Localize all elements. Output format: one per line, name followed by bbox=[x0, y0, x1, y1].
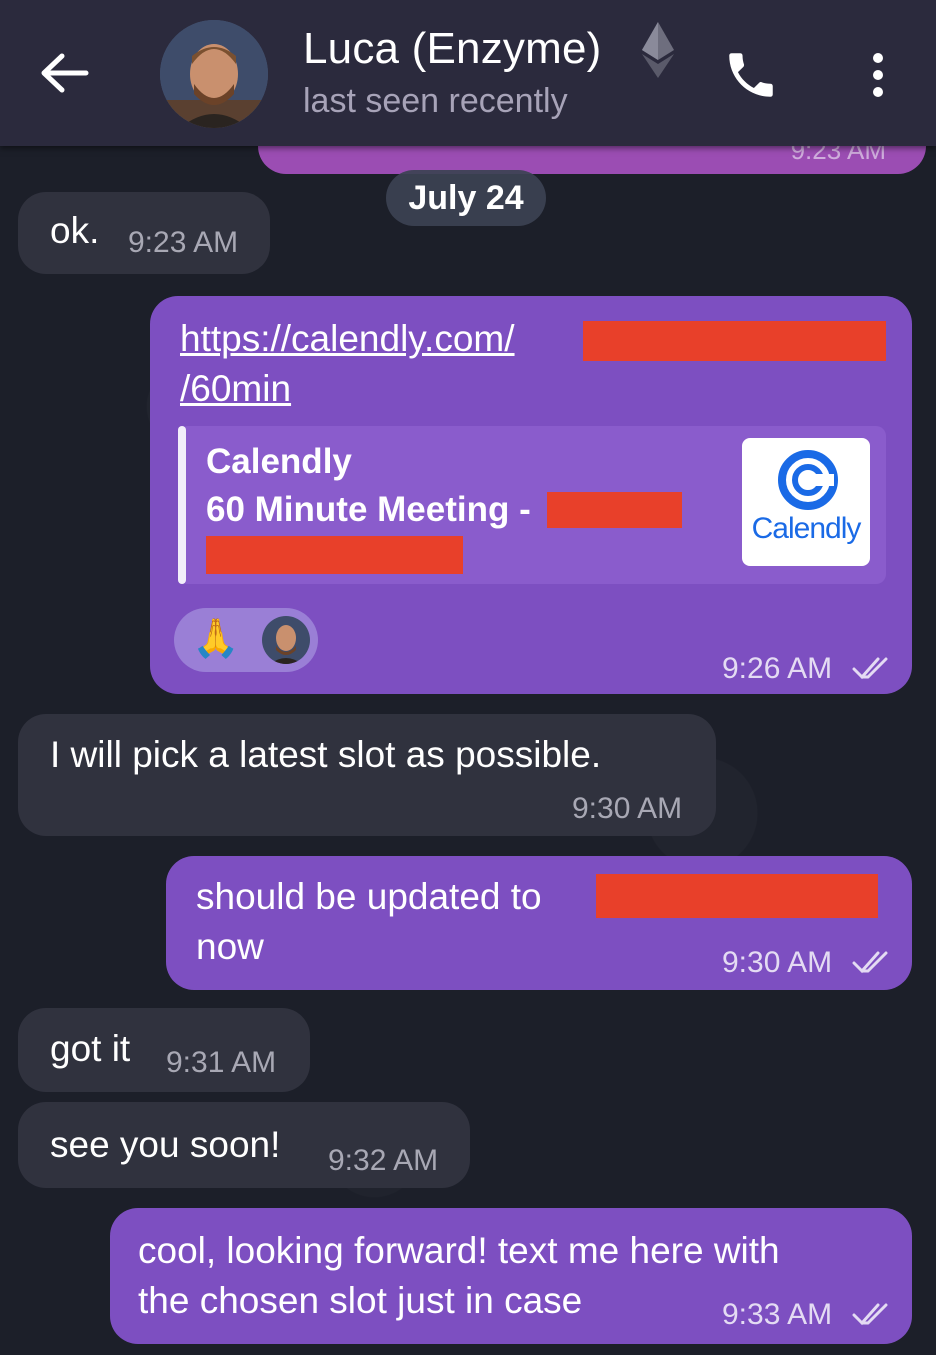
calendly-logo-text: Calendly bbox=[752, 512, 862, 545]
back-arrow-icon bbox=[41, 53, 89, 93]
message-time: 9:30 AM bbox=[572, 792, 683, 825]
message-text: cool, looking forward! text me here with bbox=[138, 1230, 780, 1271]
incoming-message[interactable]: ok. 9:23 AM bbox=[18, 192, 270, 274]
message-time: 9:30 AM bbox=[722, 946, 833, 979]
chat-status: last seen recently bbox=[303, 82, 568, 120]
preview-accent-bar bbox=[178, 426, 186, 584]
calendly-logo: Calendly bbox=[742, 438, 870, 566]
message-time: 9:23 AM bbox=[128, 226, 239, 259]
reactor-avatar-image bbox=[270, 625, 302, 664]
reaction-emoji[interactable]: 🙏 bbox=[192, 616, 239, 661]
redaction bbox=[583, 321, 886, 361]
link-text-part1[interactable]: https://calendly.com/ bbox=[180, 318, 515, 359]
message-link-continued[interactable]: /60min bbox=[180, 364, 291, 414]
redaction bbox=[547, 492, 682, 528]
message-time: 9:33 AM bbox=[722, 1298, 833, 1331]
message-time: 9:26 AM bbox=[722, 652, 833, 685]
avatar-image bbox=[160, 20, 268, 128]
message-time: 9:31 AM bbox=[166, 1046, 277, 1079]
message-text: I will pick a latest slot as possible. bbox=[50, 734, 602, 775]
message-text: got it bbox=[50, 1028, 131, 1069]
link-preview-card[interactable]: Calendly 60 Minute Meeting - Calendly bbox=[178, 426, 886, 584]
incoming-message[interactable]: see you soon! 9:32 AM bbox=[18, 1102, 470, 1188]
double-check-icon bbox=[852, 1303, 888, 1326]
reactor-avatar bbox=[262, 616, 310, 664]
more-options-button[interactable] bbox=[860, 46, 896, 104]
chat-header: Luca (Enzyme) last seen recently bbox=[0, 0, 936, 146]
call-button[interactable] bbox=[722, 46, 780, 104]
reactions-bar[interactable]: 🙏 bbox=[174, 608, 318, 672]
incoming-message[interactable]: I will pick a latest slot as possible. 9… bbox=[18, 714, 716, 836]
double-check-icon bbox=[852, 951, 888, 974]
preview-title: 60 Minute Meeting - bbox=[206, 490, 531, 529]
link-text-part2[interactable]: /60min bbox=[180, 368, 291, 409]
message-text-line2: now bbox=[196, 926, 264, 967]
message-text: see you soon! bbox=[50, 1124, 281, 1165]
back-button[interactable] bbox=[36, 48, 92, 98]
double-check-icon bbox=[852, 657, 888, 680]
avatar[interactable] bbox=[160, 20, 268, 128]
redaction bbox=[206, 536, 463, 574]
message-time: 9:32 AM bbox=[328, 1144, 439, 1177]
redaction bbox=[596, 874, 878, 918]
message-text-line2: the chosen slot just in case bbox=[138, 1280, 583, 1321]
date-separator: July 24 bbox=[386, 170, 546, 226]
message-text: should be updated to bbox=[196, 876, 542, 917]
more-vertical-icon bbox=[873, 53, 883, 97]
preview-site-name: Calendly bbox=[206, 442, 352, 481]
ethereum-icon bbox=[642, 22, 674, 78]
calendly-logo-mark: Calendly bbox=[752, 450, 862, 545]
message-text: ok. bbox=[50, 210, 100, 251]
chat-title[interactable]: Luca (Enzyme) bbox=[303, 24, 601, 74]
phone-icon bbox=[729, 53, 773, 97]
incoming-message[interactable]: got it 9:31 AM bbox=[18, 1008, 310, 1092]
